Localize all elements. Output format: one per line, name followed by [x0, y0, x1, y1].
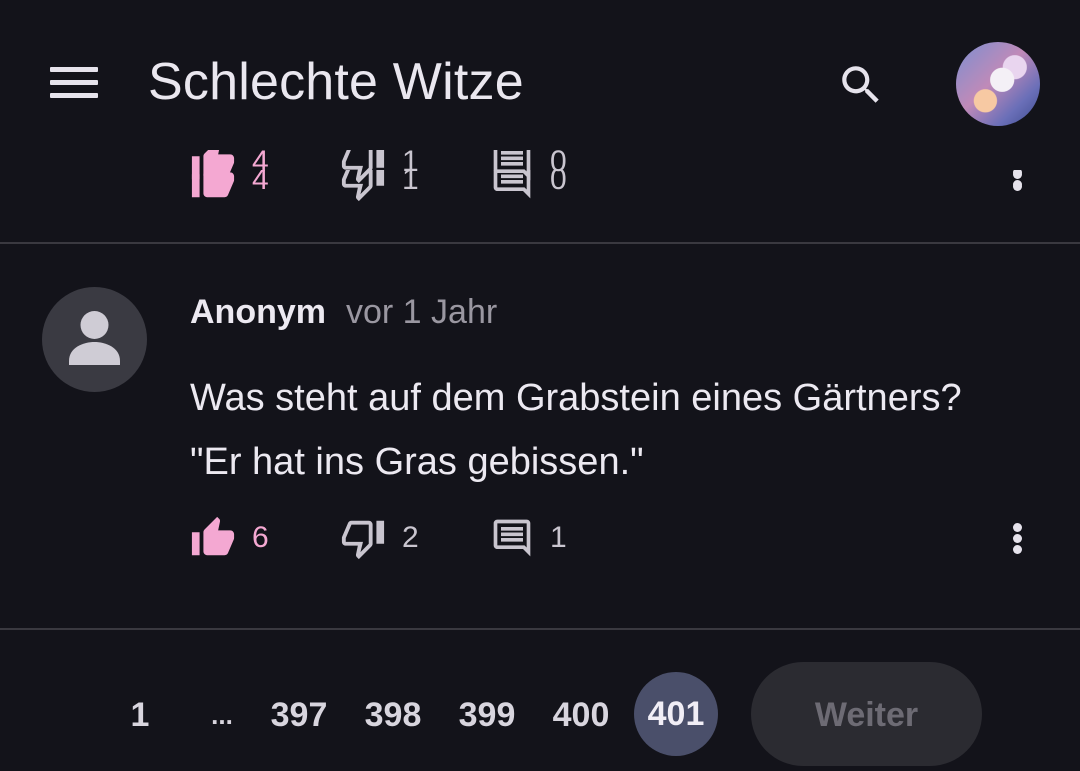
like-button[interactable]: 4: [190, 150, 269, 192]
post-timestamp: vor 1 Jahr: [346, 293, 498, 331]
thumbs-down-icon: [341, 150, 385, 184]
thumbs-down-icon: [341, 520, 385, 560]
dislike-button[interactable]: 1: [340, 150, 419, 192]
more-options-icon[interactable]: [1004, 150, 1032, 210]
page-link[interactable]: 399: [452, 660, 522, 770]
comment-icon: [493, 519, 531, 557]
more-options-icon[interactable]: [1004, 508, 1032, 568]
app-bar: Schlechte Witze: [0, 0, 1080, 170]
comment-count: 0: [550, 150, 567, 178]
dislike-count: 1: [402, 150, 419, 178]
next-page-button[interactable]: Weiter: [751, 662, 982, 766]
author-avatar[interactable]: [42, 287, 147, 392]
thumbs-up-icon: [191, 516, 235, 556]
post-text-line: Was steht auf dem Grabstein eines Gärtne…: [190, 377, 962, 419]
profile-avatar[interactable]: [956, 42, 1040, 126]
page-title: Schlechte Witze: [148, 53, 524, 111]
comments-button[interactable]: 0: [490, 150, 567, 192]
thumbs-up-icon: [191, 150, 235, 180]
post-actions: 6 2 1: [0, 508, 1080, 568]
previous-post-actions-visible: 4 1 0: [0, 150, 1080, 192]
post-text-line: "Er hat ins Gras gebissen.": [190, 441, 644, 483]
like-button[interactable]: 6: [190, 508, 269, 568]
pagination: 1 ... 397 398 399 400 401 Weiter: [0, 660, 1080, 770]
page-link-current[interactable]: 401: [634, 672, 718, 756]
page-link[interactable]: 398: [358, 660, 428, 770]
dislike-button[interactable]: 2: [340, 508, 419, 568]
comment-count: 1: [550, 521, 567, 554]
comment-icon: [493, 150, 531, 181]
page-link-first[interactable]: 1: [120, 660, 160, 770]
comments-button[interactable]: 1: [490, 508, 567, 568]
menu-icon[interactable]: [50, 67, 98, 103]
page-link[interactable]: 397: [264, 660, 334, 770]
page-ellipsis: ...: [211, 700, 233, 730]
divider: [0, 242, 1080, 244]
post-text: Was steht auf dem Grabstein eines Gärtne…: [190, 366, 1060, 494]
post-author[interactable]: Anonym: [190, 293, 326, 332]
page-link[interactable]: 400: [546, 660, 616, 770]
search-icon[interactable]: [836, 60, 886, 110]
like-count: 6: [252, 521, 269, 554]
divider: [0, 628, 1080, 630]
person-icon: [69, 311, 120, 365]
dislike-count: 2: [402, 521, 419, 554]
like-count: 4: [252, 150, 269, 178]
